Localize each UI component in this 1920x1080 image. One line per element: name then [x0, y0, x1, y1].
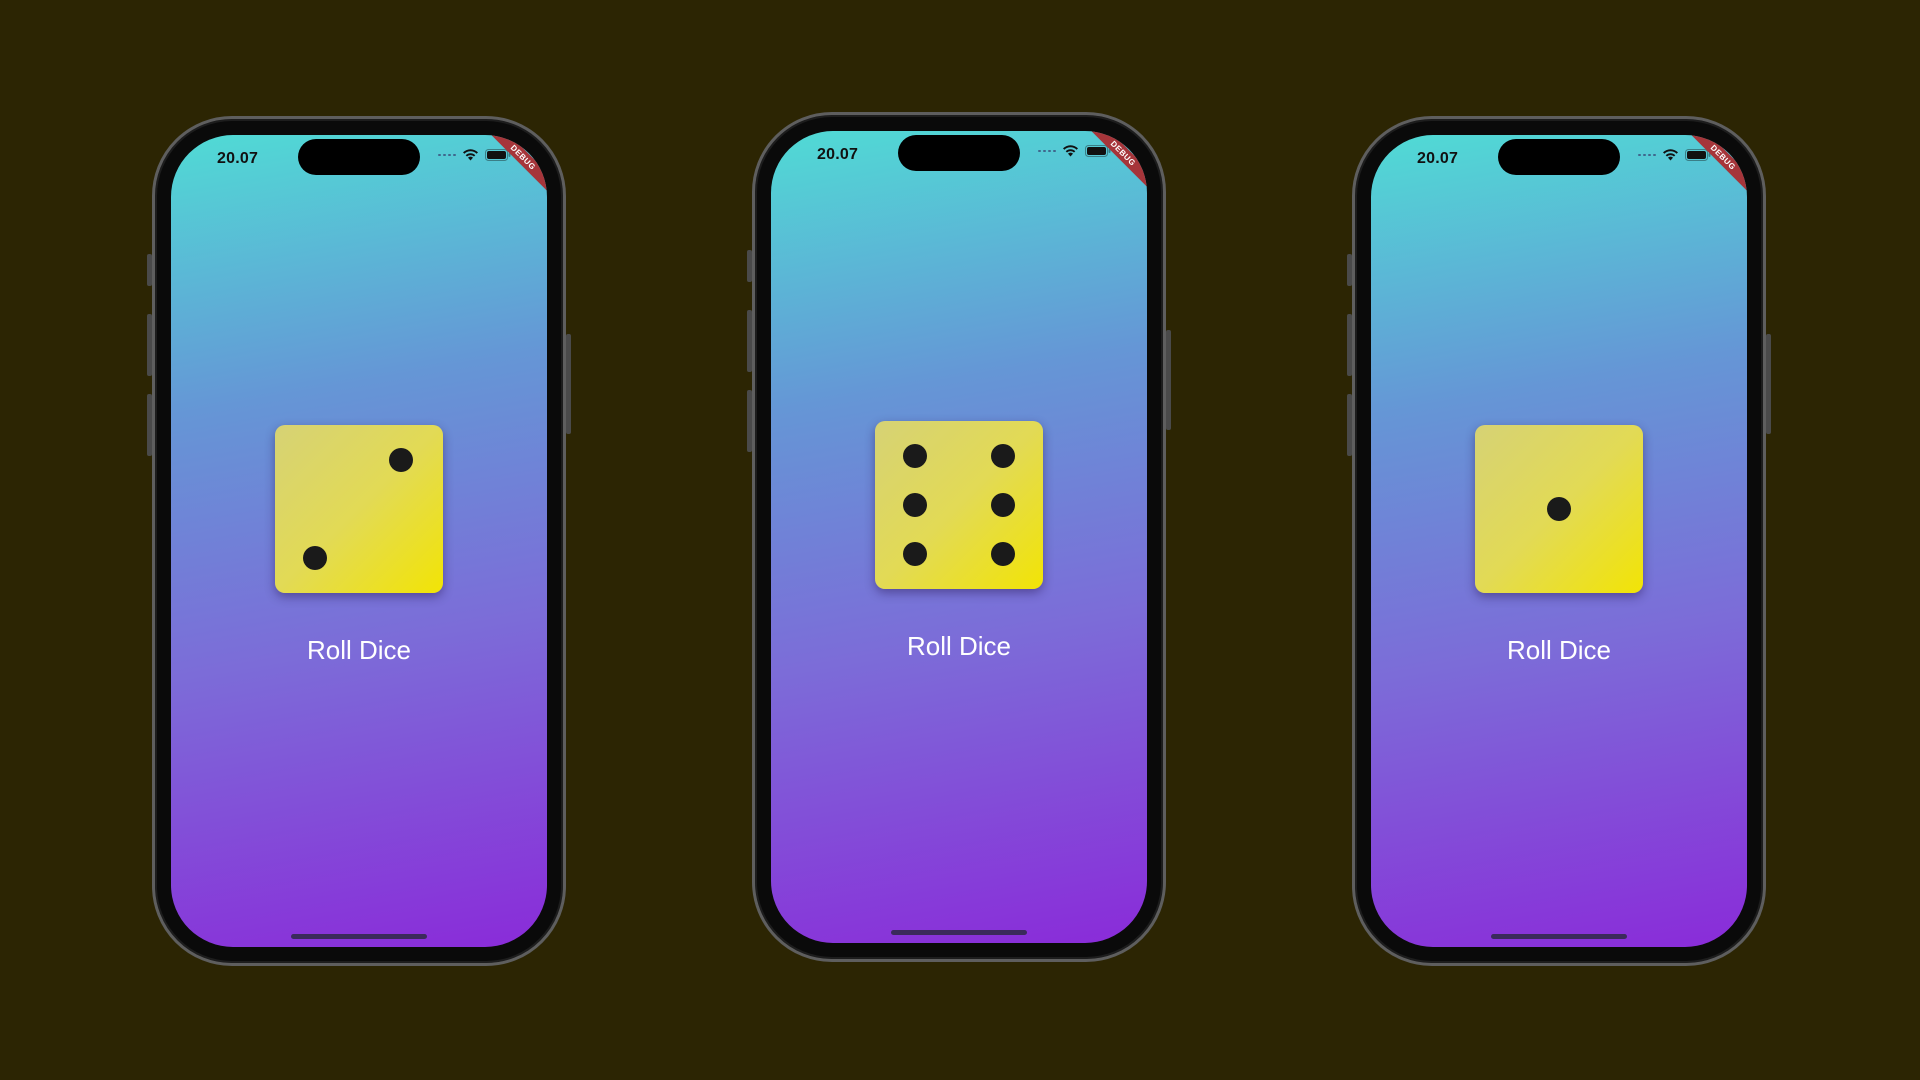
phone-frame-2: 20.07 DEBUG Roll Dice	[747, 112, 1171, 962]
phone-frame-1: 20.07 DEBUG Roll Dice	[147, 116, 571, 966]
cellular-signal-icon	[438, 154, 456, 156]
dice-pip	[903, 493, 928, 517]
app-screen: 20.07 DEBUG Roll Dice	[171, 135, 547, 947]
dice-button[interactable]	[875, 421, 1043, 589]
roll-dice-label[interactable]: Roll Dice	[171, 635, 547, 666]
side-button	[147, 254, 152, 286]
phone-frame-3: 20.07 DEBUG Roll Dice	[1347, 116, 1771, 966]
dice-pip	[990, 541, 1015, 566]
home-indicator[interactable]	[291, 934, 427, 939]
dice-pip	[990, 444, 1015, 469]
debug-banner-label: DEBUG	[1083, 131, 1147, 194]
status-time: 20.07	[1417, 150, 1459, 167]
side-button	[1347, 314, 1352, 376]
debug-banner-label: DEBUG	[1683, 135, 1747, 198]
debug-banner: DEBUG	[467, 135, 547, 215]
dynamic-island	[898, 135, 1020, 171]
side-button	[747, 250, 752, 282]
side-button	[747, 390, 752, 452]
dice-pip	[1547, 497, 1571, 521]
dice-pip	[303, 545, 328, 570]
side-button	[566, 334, 571, 434]
dynamic-island	[298, 139, 420, 175]
home-indicator[interactable]	[891, 930, 1027, 935]
side-button	[147, 314, 152, 376]
debug-banner: DEBUG	[1667, 135, 1747, 215]
side-button	[747, 310, 752, 372]
dice-pip	[903, 541, 928, 566]
debug-banner-label: DEBUG	[483, 135, 547, 198]
side-button	[1766, 334, 1771, 434]
status-time: 20.07	[217, 150, 259, 167]
roll-dice-label[interactable]: Roll Dice	[1371, 635, 1747, 666]
dice-button[interactable]	[275, 425, 443, 593]
app-screen: 20.07 DEBUG Roll Dice	[1371, 135, 1747, 947]
stage: 20.07 DEBUG Roll Dice 20.07 DEBUG Roll D…	[0, 0, 1920, 1080]
dynamic-island	[1498, 139, 1620, 175]
dice-pip	[990, 493, 1015, 517]
status-time: 20.07	[817, 146, 859, 163]
cellular-signal-icon	[1038, 150, 1056, 152]
dice-pip	[389, 448, 413, 473]
side-button	[1347, 394, 1352, 456]
app-screen: 20.07 DEBUG Roll Dice	[771, 131, 1147, 943]
side-button	[1166, 330, 1171, 430]
side-button	[147, 394, 152, 456]
roll-dice-label[interactable]: Roll Dice	[771, 631, 1147, 662]
debug-banner: DEBUG	[1067, 131, 1147, 211]
dice-button[interactable]	[1475, 425, 1643, 593]
cellular-signal-icon	[1638, 154, 1656, 156]
dice-pip	[903, 444, 928, 469]
side-button	[1347, 254, 1352, 286]
home-indicator[interactable]	[1491, 934, 1627, 939]
